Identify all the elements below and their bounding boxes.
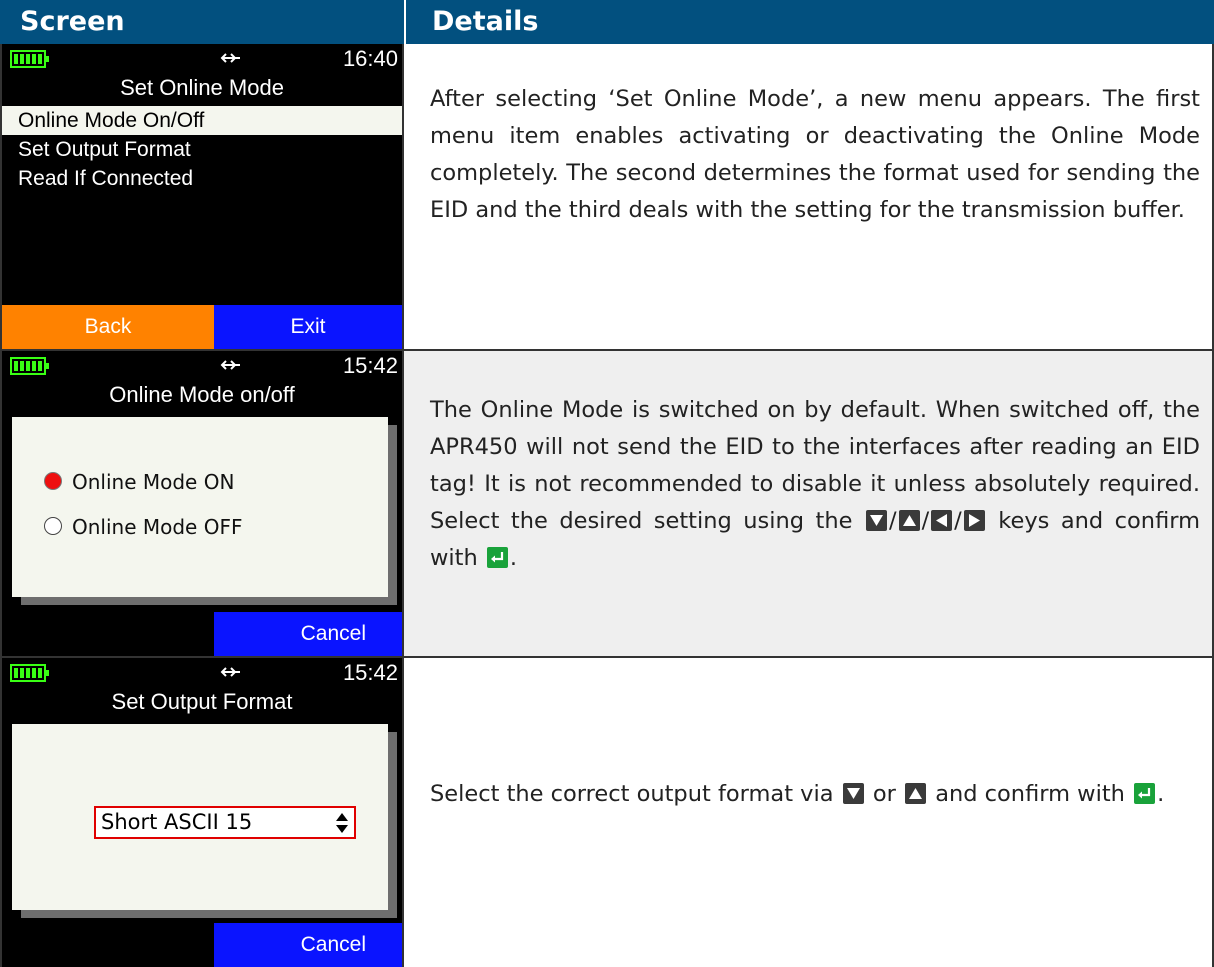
enter-key-icon [486, 547, 508, 568]
table-border [402, 44, 404, 967]
option-label: Online Mode OFF [72, 515, 243, 539]
option-online-mode-on[interactable]: Online Mode ON [44, 467, 235, 497]
details-text: Select the correct output format via or … [430, 776, 1200, 813]
device-screen-set-online-mode: 16:40 Set Online Mode Online Mode On/Off… [2, 44, 402, 349]
separator: / [921, 508, 930, 534]
back-button[interactable]: Back [2, 305, 214, 349]
menu-item-online-mode-on-off[interactable]: Online Mode On/Off [2, 106, 402, 135]
right-key-icon [963, 510, 985, 531]
menu-item-read-if-connected[interactable]: Read If Connected [2, 164, 402, 193]
usb-icon [220, 53, 240, 63]
up-key-icon [898, 510, 920, 531]
option-label: Online Mode ON [72, 470, 235, 494]
clock: 15:42 [342, 660, 398, 685]
column-header-details: Details [406, 0, 1214, 44]
options-dialog: Online Mode ON Online Mode OFF [12, 417, 388, 597]
radio-unselected-icon [44, 517, 62, 535]
battery-icon [10, 357, 49, 375]
details-text-part: Select the correct output format via [430, 781, 834, 807]
usb-icon [220, 360, 240, 370]
screen-title: Online Mode on/off [109, 382, 295, 407]
battery-icon [10, 664, 49, 682]
device-screen-online-mode-on-off: 15:42 Online Mode on/off Online Mode ON … [2, 351, 402, 656]
details-text-part: . [1157, 781, 1165, 807]
details-table: Screen Details 16:40 Set Online Mode Onl… [0, 0, 1214, 967]
left-key-icon [931, 510, 953, 531]
screen-title: Set Online Mode [120, 75, 284, 100]
down-key-icon [842, 783, 864, 804]
clock: 15:42 [342, 353, 398, 378]
details-text-part: and confirm with [935, 781, 1125, 807]
device-screen-set-output-format: 15:42 Set Output Format Short ASCII 15 C… [2, 658, 402, 967]
details-text-part: or [872, 781, 896, 807]
clock: 16:40 [342, 46, 398, 71]
screen-title: Set Output Format [111, 689, 293, 714]
column-header-screen: Screen [0, 0, 406, 44]
details-text: The Online Mode is switched on by defaul… [430, 392, 1200, 577]
spin-arrows-icon[interactable] [335, 812, 349, 834]
option-online-mode-off[interactable]: Online Mode OFF [44, 512, 243, 542]
usb-icon [220, 667, 240, 677]
format-dialog: Short ASCII 15 [12, 724, 388, 910]
output-format-value: Short ASCII 15 [101, 810, 253, 834]
separator: / [888, 508, 897, 534]
cancel-button[interactable]: Cancel [214, 612, 402, 656]
output-format-select[interactable]: Short ASCII 15 [94, 806, 356, 839]
enter-key-icon [1134, 783, 1156, 804]
details-text-part: . [509, 545, 518, 571]
menu-item-set-output-format[interactable]: Set Output Format [2, 135, 402, 164]
up-key-icon [905, 783, 927, 804]
details-text: After selecting ‘Set Online Mode’, a new… [430, 86, 1200, 223]
down-key-icon [865, 510, 887, 531]
battery-icon [10, 50, 49, 68]
cancel-button[interactable]: Cancel [214, 923, 402, 967]
separator: / [954, 508, 962, 534]
radio-selected-icon [44, 472, 62, 490]
exit-button[interactable]: Exit [214, 305, 402, 349]
